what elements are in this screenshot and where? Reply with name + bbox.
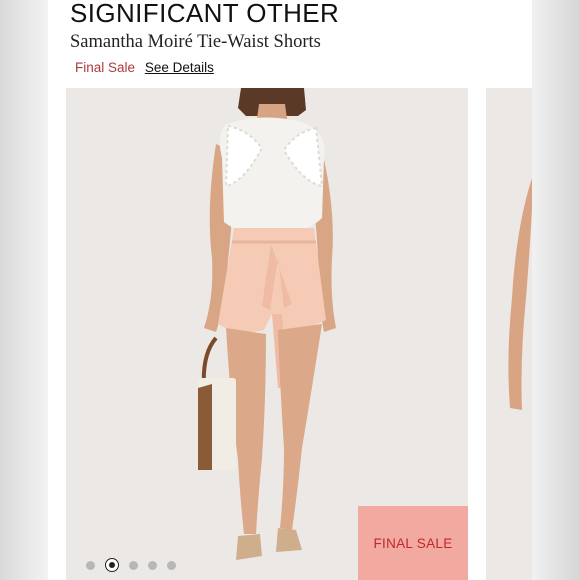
carousel-dot-2-active[interactable] bbox=[105, 558, 119, 572]
brand-name[interactable]: SIGNIFICANT OTHER bbox=[70, 0, 339, 29]
see-details-link[interactable]: See Details bbox=[145, 60, 214, 75]
product-meta: Final Sale See Details bbox=[75, 60, 214, 75]
product-image-carousel[interactable]: FINAL SALE bbox=[66, 88, 468, 580]
carousel-dot-1[interactable] bbox=[86, 560, 95, 570]
product-panel: SIGNIFICANT OTHER Samantha Moiré Tie-Wai… bbox=[48, 0, 532, 580]
background-blur-left bbox=[0, 0, 48, 580]
carousel-dot-3[interactable] bbox=[129, 560, 138, 570]
next-product-photo bbox=[486, 88, 532, 580]
product-title: Samantha Moiré Tie-Waist Shorts bbox=[70, 32, 321, 52]
final-sale-badge: FINAL SALE bbox=[358, 506, 468, 580]
next-product-image-peek[interactable] bbox=[486, 88, 532, 580]
carousel-dots bbox=[86, 558, 176, 572]
final-sale-badge-text: FINAL SALE bbox=[373, 535, 453, 551]
carousel-dot-4[interactable] bbox=[148, 560, 157, 570]
background-blur-right bbox=[532, 0, 580, 580]
carousel-dot-5[interactable] bbox=[167, 560, 176, 570]
final-sale-label: Final Sale bbox=[75, 60, 136, 75]
